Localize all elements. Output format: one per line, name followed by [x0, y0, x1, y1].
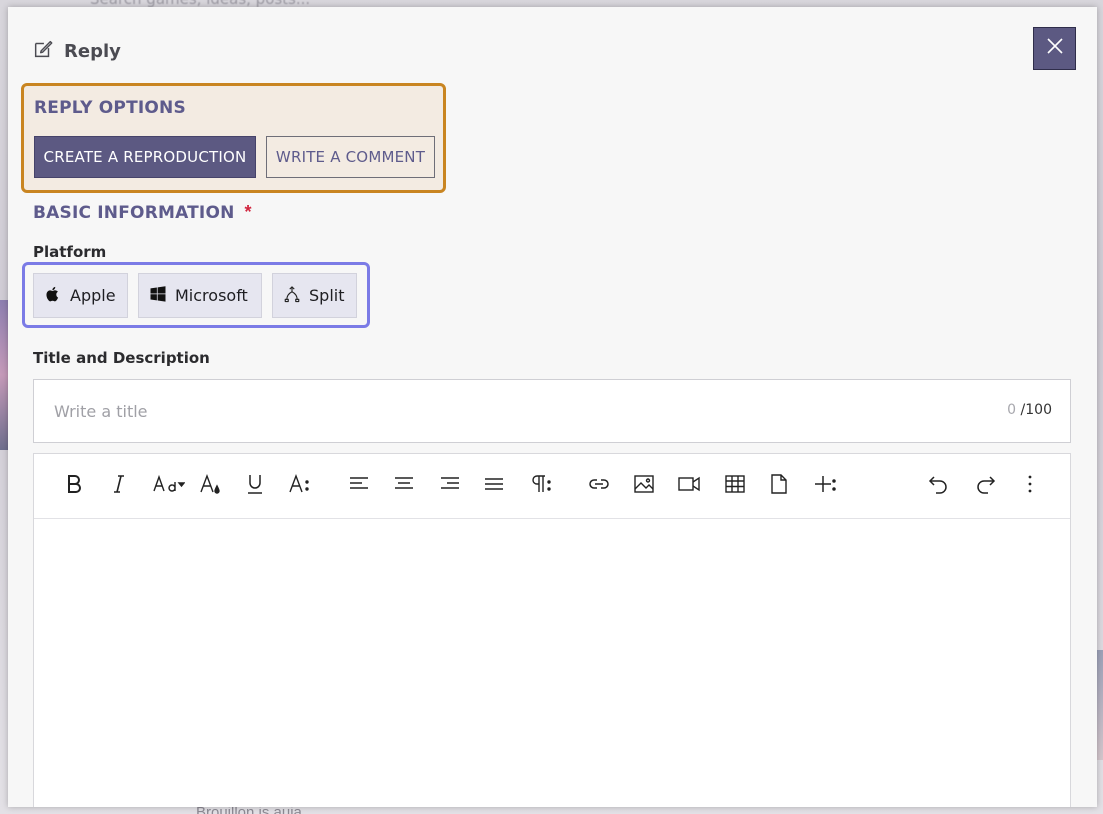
align-left-button[interactable] — [343, 472, 375, 500]
undo-button[interactable] — [922, 472, 954, 500]
modal-header: Reply — [32, 38, 121, 65]
platform-microsoft-button[interactable]: Microsoft — [138, 273, 262, 318]
basic-information-heading-row: BASIC INFORMATION * — [33, 202, 252, 223]
editor-content-area[interactable] — [34, 520, 1070, 807]
link-button[interactable] — [583, 472, 615, 500]
platform-option-label: Split — [309, 286, 345, 305]
edit-icon — [32, 38, 54, 65]
image-icon — [632, 472, 656, 501]
char-count-current: 0 — [1007, 402, 1017, 418]
apple-icon — [44, 285, 62, 307]
redo-icon — [974, 472, 998, 501]
italic-button[interactable] — [103, 472, 135, 500]
reply-options-panel: REPLY OPTIONS CREATE A REPRODUCTION WRIT… — [21, 83, 446, 193]
table-icon — [723, 472, 747, 501]
link-icon — [587, 472, 611, 501]
description-editor — [33, 453, 1071, 807]
file-icon — [767, 472, 791, 501]
more-vertical-icon — [1018, 472, 1042, 501]
file-button[interactable] — [763, 472, 795, 500]
align-center-icon — [392, 472, 416, 501]
basic-information-heading: BASIC INFORMATION — [33, 202, 235, 223]
text-color-icon — [198, 472, 222, 501]
font-size-icon — [151, 472, 186, 501]
bold-button[interactable] — [58, 472, 90, 500]
underline-icon — [243, 472, 267, 501]
undo-icon — [926, 472, 950, 501]
platform-selector: Apple Microsoft Split — [22, 262, 370, 328]
windows-icon — [149, 285, 167, 307]
underline-button[interactable] — [239, 472, 271, 500]
font-size-button[interactable] — [148, 472, 188, 500]
paragraph-more-button[interactable] — [524, 472, 556, 500]
background-image-left — [0, 300, 8, 450]
title-description-label: Title and Description — [33, 349, 210, 367]
image-button[interactable] — [628, 472, 660, 500]
write-comment-button[interactable]: WRITE A COMMENT — [266, 136, 435, 178]
platform-split-button[interactable]: Split — [272, 273, 357, 318]
align-left-icon — [347, 472, 371, 501]
editor-toolbar — [34, 454, 1070, 519]
insert-more-button[interactable] — [809, 472, 841, 500]
char-count-max: /100 — [1020, 402, 1052, 418]
create-reproduction-button[interactable]: CREATE A REPRODUCTION — [34, 136, 256, 178]
reply-modal: Reply REPLY OPTIONS CREATE A REPRODUCTIO… — [8, 7, 1097, 807]
align-right-button[interactable] — [434, 472, 466, 500]
table-button[interactable] — [719, 472, 751, 500]
platform-option-label: Microsoft — [175, 286, 248, 305]
video-button[interactable] — [673, 472, 705, 500]
title-input[interactable] — [34, 380, 934, 442]
insert-more-icon — [813, 472, 837, 501]
text-color-button[interactable] — [194, 472, 226, 500]
title-char-count: 0 /100 — [1007, 402, 1052, 418]
split-icon — [283, 285, 301, 307]
title-field: 0 /100 — [33, 379, 1071, 443]
justify-icon — [482, 472, 506, 501]
platform-option-label: Apple — [70, 286, 116, 305]
align-center-button[interactable] — [388, 472, 420, 500]
more-options-button[interactable] — [1014, 472, 1046, 500]
video-icon — [677, 472, 701, 501]
close-icon — [1045, 36, 1065, 61]
text-format-more-button[interactable] — [284, 472, 316, 500]
text-format-more-icon — [288, 472, 312, 501]
platform-apple-button[interactable]: Apple — [33, 273, 128, 318]
modal-title: Reply — [64, 41, 121, 62]
bold-icon — [62, 472, 86, 501]
required-marker: * — [244, 202, 252, 222]
close-button[interactable] — [1033, 27, 1076, 70]
align-right-icon — [438, 472, 462, 501]
justify-button[interactable] — [478, 472, 510, 500]
redo-button[interactable] — [970, 472, 1002, 500]
italic-icon — [107, 472, 131, 501]
reply-options-heading: REPLY OPTIONS — [34, 98, 186, 118]
platform-label: Platform — [33, 243, 107, 261]
paragraph-more-icon — [528, 472, 552, 501]
